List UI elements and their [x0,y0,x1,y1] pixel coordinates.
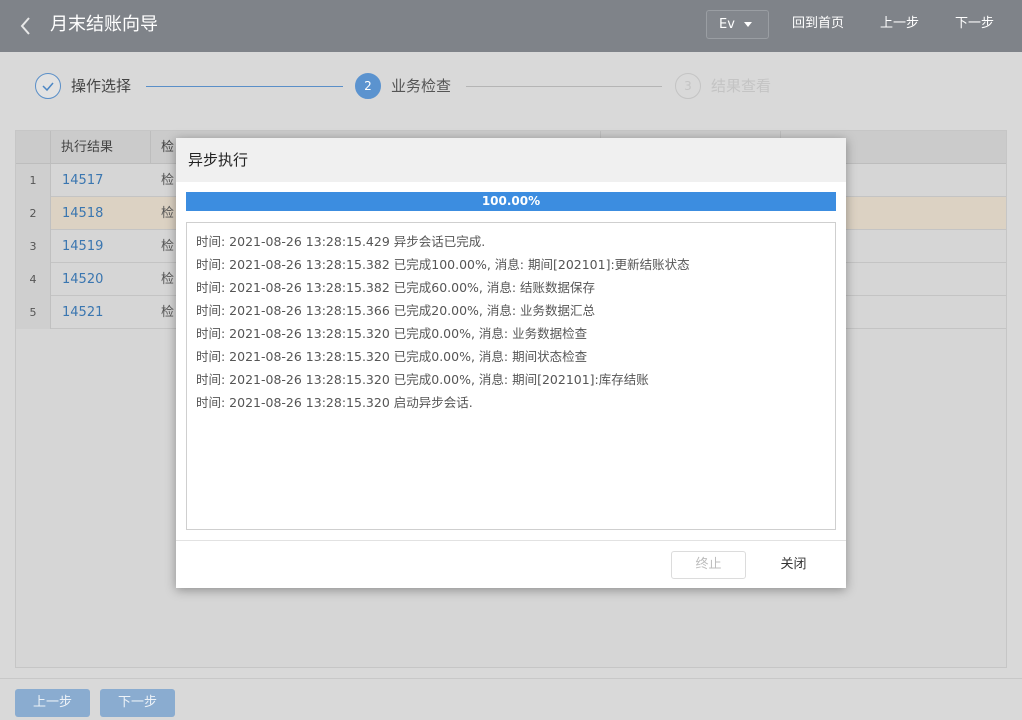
wizard-steps: 操作选择 2 业务检查 3 结果查看 [0,52,1022,122]
row-index: 2 [16,197,51,230]
step-3-badge: 3 [675,73,701,99]
index-header [16,131,51,164]
row-index: 4 [16,263,51,296]
user-dropdown[interactable]: Ev [706,10,769,39]
step-3-label: 结果查看 [711,77,772,95]
log-line: 时间: 2021-08-26 13:28:15.320 已完成0.00%, 消息… [196,372,649,387]
step-1-check-icon [35,73,61,99]
async-exec-dialog: 异步执行 100.00% 时间: 2021-08-26 13:28:15.429… [176,138,846,588]
result-link[interactable]: 14521 [62,296,103,329]
step-connector-2 [466,86,662,87]
step-2-label: 业务检查 [391,77,452,95]
close-button[interactable]: 关闭 [756,551,831,579]
back-icon[interactable] [14,14,38,38]
step-1-label: 操作选择 [71,77,132,95]
dialog-footer: 终止 关闭 [176,540,846,588]
app-header: 月末结账向导 Ev 回到首页 上一步 下一步 [0,0,1022,52]
row-index: 5 [16,296,51,329]
row-index: 3 [16,230,51,263]
header-prev-button[interactable]: 上一步 [880,15,919,33]
caret-down-icon [744,22,752,27]
log-line: 时间: 2021-08-26 13:28:15.382 已完成60.00%, 消… [196,280,596,295]
column-header-result[interactable]: 执行结果 [51,131,151,164]
dialog-title: 异步执行 [188,151,249,169]
log-line: 时间: 2021-08-26 13:28:15.320 启动异步会话. [196,395,473,410]
prev-step-button[interactable]: 上一步 [15,689,90,717]
check-cell: 检 [161,305,175,320]
bottom-toolbar: 上一步 下一步 [0,678,1022,720]
log-line: 时间: 2021-08-26 13:28:15.366 已完成20.00%, 消… [196,303,596,318]
result-link[interactable]: 14519 [62,230,103,263]
terminate-button[interactable]: 终止 [671,551,746,579]
check-cell: 检 [161,272,175,287]
result-link[interactable]: 14518 [62,197,103,230]
log-line: 时间: 2021-08-26 13:28:15.320 已完成0.00%, 消息… [196,326,588,341]
check-cell: 检 [161,239,175,254]
next-step-button[interactable]: 下一步 [100,689,175,717]
step-2-badge: 2 [355,73,381,99]
user-label: Ev [719,17,735,32]
log-line: 时间: 2021-08-26 13:28:15.382 已完成100.00%, … [196,257,690,272]
check-cell: 检 [161,173,175,188]
row-index: 1 [16,164,51,197]
header-next-button[interactable]: 下一步 [955,15,994,33]
log-line: 时间: 2021-08-26 13:28:15.320 已完成0.00%, 消息… [196,349,588,364]
check-cell: 检 [161,206,175,221]
page-title: 月末结账向导 [50,14,158,35]
result-link[interactable]: 14520 [62,263,103,296]
log-list[interactable]: 时间: 2021-08-26 13:28:15.429 异步会话已完成. 时间:… [186,222,836,530]
check-icon [42,82,54,92]
progress-bar: 100.00% [186,192,836,211]
dialog-header: 异步执行 [176,138,846,182]
home-button[interactable]: 回到首页 [792,15,844,33]
log-line: 时间: 2021-08-26 13:28:15.429 异步会话已完成. [196,234,486,249]
step-connector-1 [146,86,343,87]
result-link[interactable]: 14517 [62,164,103,197]
progress-text: 100.00% [481,194,541,208]
